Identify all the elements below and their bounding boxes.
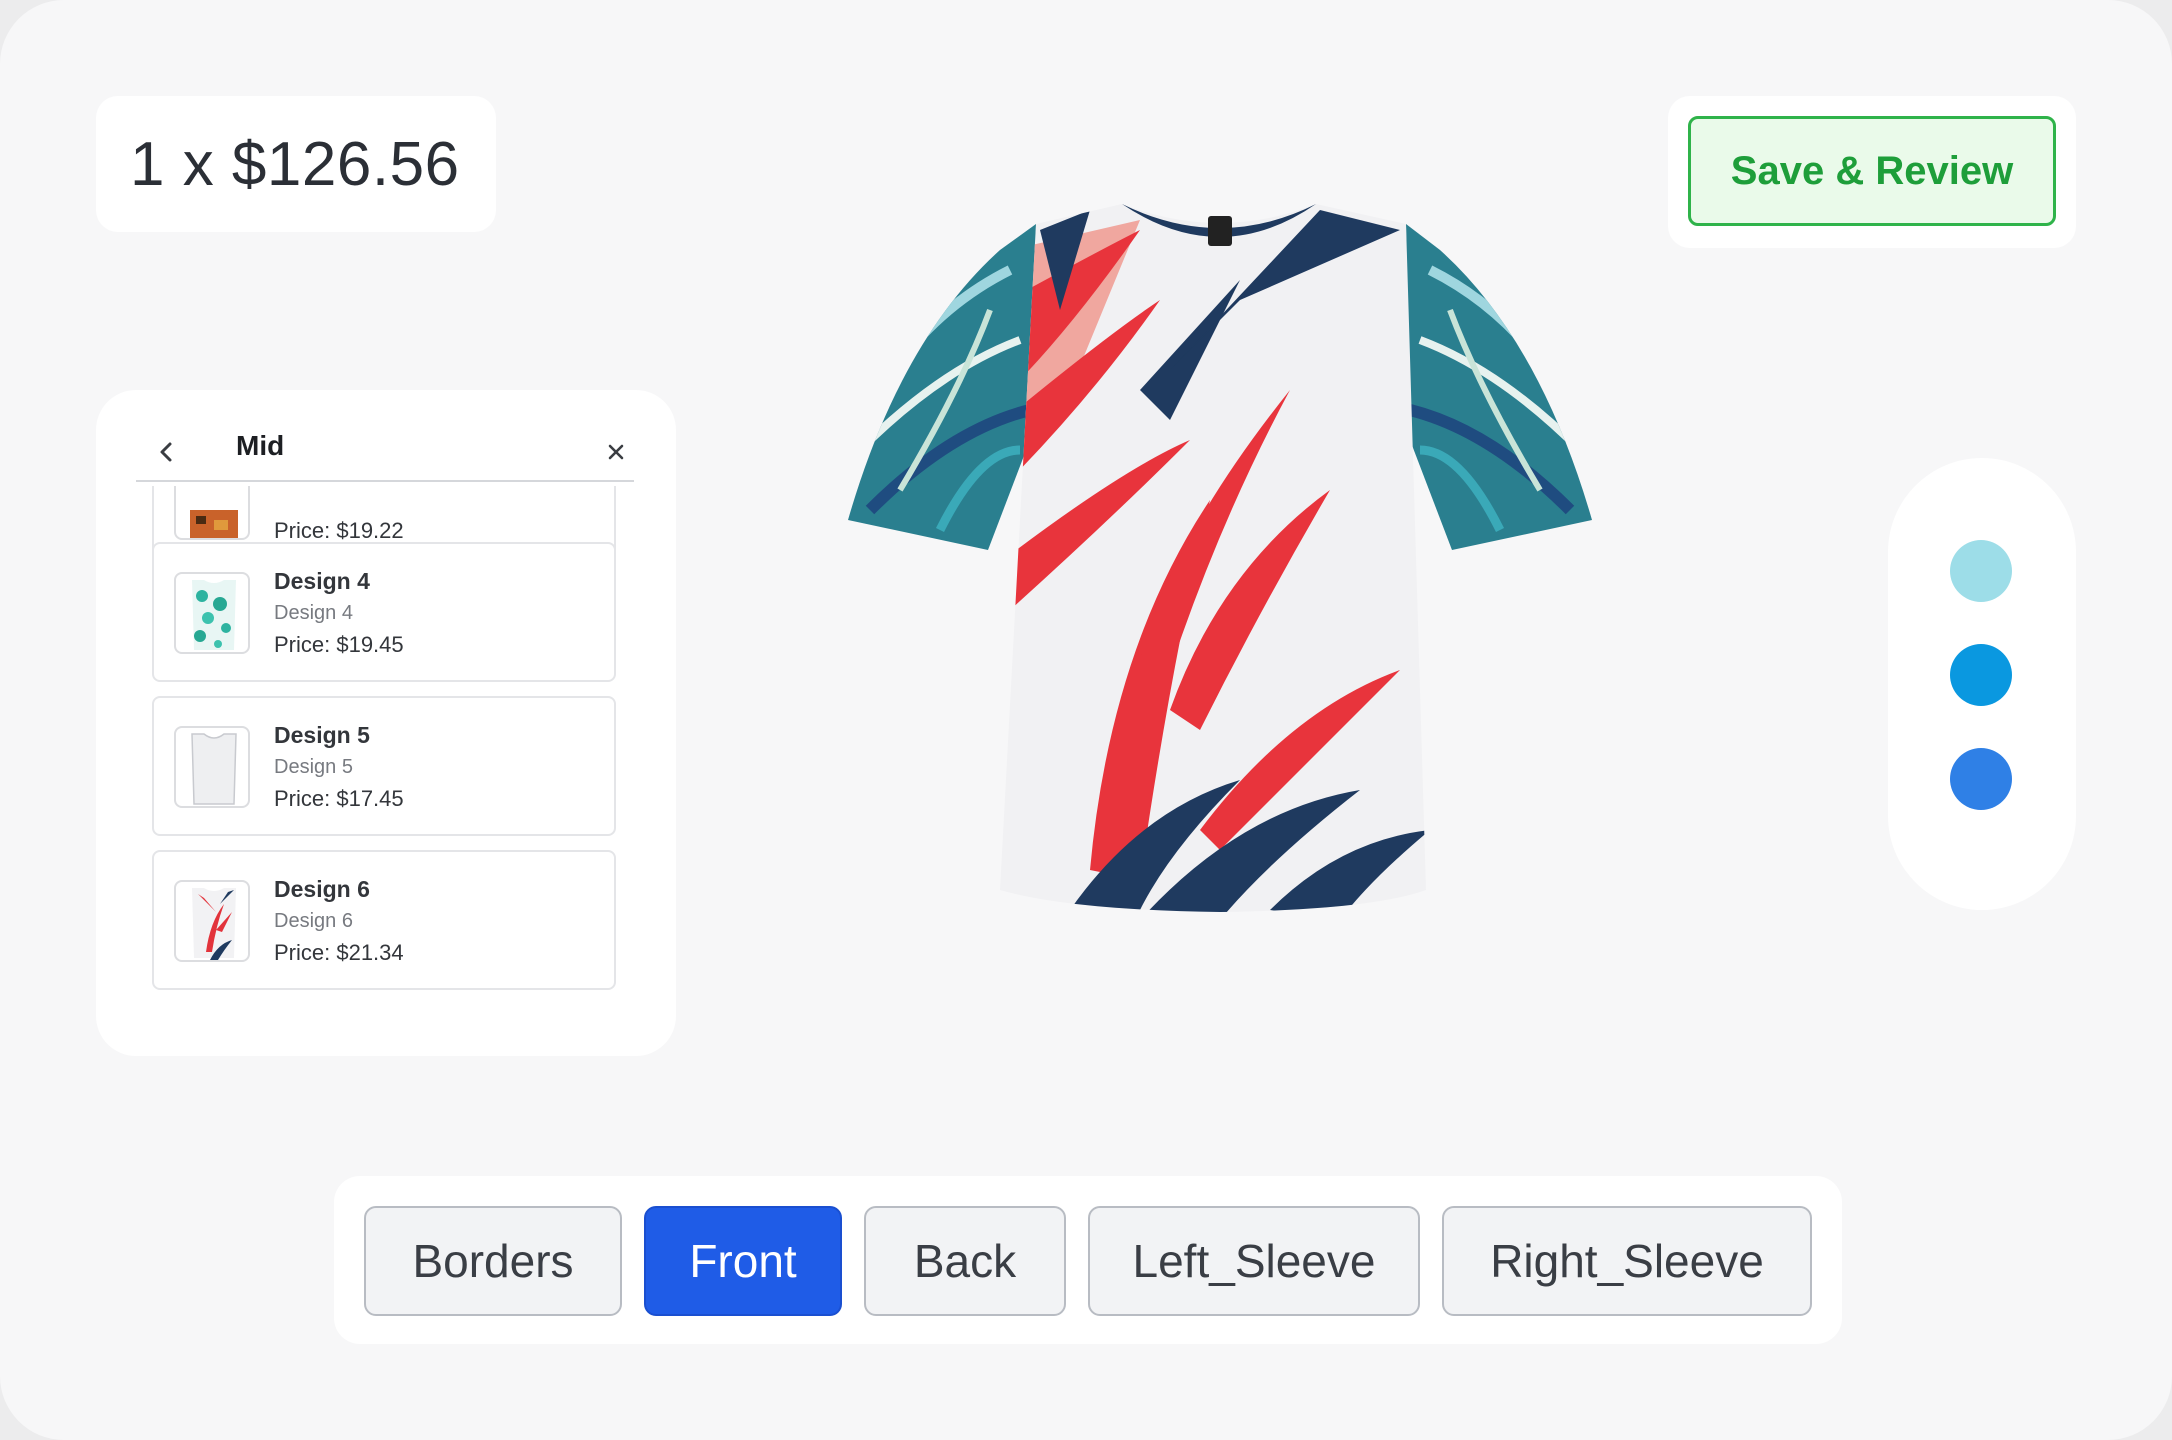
design-price: Price: $17.45 bbox=[274, 786, 404, 811]
tshirt-image bbox=[848, 204, 1592, 912]
design-selector-panel: Mid Price: $19.22 Design 4 Design 4 Pric… bbox=[96, 390, 676, 1056]
price-summary: 1 x $126.56 bbox=[130, 129, 460, 199]
design-thumbnail bbox=[174, 486, 250, 540]
design-subtitle: Design 6 bbox=[274, 910, 353, 932]
chevron-left-icon bbox=[160, 442, 172, 462]
design-card-6[interactable]: Design 6 Design 6 Price: $21.34 bbox=[152, 850, 616, 990]
tab-front[interactable]: Front bbox=[644, 1206, 842, 1316]
tab-back[interactable]: Back bbox=[864, 1206, 1066, 1316]
panel-header: Mid bbox=[136, 430, 634, 482]
panel-title: Mid bbox=[236, 430, 285, 461]
color-swatch[interactable] bbox=[1950, 540, 2012, 602]
design-name: Design 6 bbox=[274, 876, 370, 902]
design-name: Design 5 bbox=[274, 722, 370, 748]
design-card-5[interactable]: Design 5 Design 5 Price: $17.45 bbox=[152, 696, 616, 836]
design-subtitle: Design 4 bbox=[274, 602, 353, 624]
color-swatch[interactable] bbox=[1950, 644, 2012, 706]
color-picker bbox=[1888, 458, 2076, 910]
view-tab-bar: Borders Front Back Left_Sleeve Right_Sle… bbox=[334, 1176, 1842, 1344]
design-thumbnail bbox=[174, 726, 250, 808]
tab-right-sleeve[interactable]: Right_Sleeve bbox=[1442, 1206, 1812, 1316]
price-summary-card: 1 x $126.56 bbox=[96, 96, 496, 232]
design-thumbnail bbox=[174, 880, 250, 962]
design-thumbnail bbox=[174, 572, 250, 654]
tshirt-label-tag bbox=[1208, 216, 1232, 246]
design-price: Price: $21.34 bbox=[274, 940, 404, 965]
save-review-container: Save & Review bbox=[1668, 96, 2076, 248]
save-review-button[interactable]: Save & Review bbox=[1688, 116, 2056, 226]
design-card-4[interactable]: Design 4 Design 4 Price: $19.45 bbox=[152, 542, 616, 682]
design-name: Design 4 bbox=[274, 568, 370, 594]
color-swatch[interactable] bbox=[1950, 748, 2012, 810]
back-button[interactable] bbox=[136, 432, 186, 472]
close-icon bbox=[608, 444, 624, 460]
design-subtitle: Design 5 bbox=[274, 756, 353, 778]
tshirt-preview[interactable] bbox=[840, 190, 1600, 1090]
tab-borders[interactable]: Borders bbox=[364, 1206, 622, 1316]
design-price: Price: $19.45 bbox=[274, 632, 404, 657]
customizer-canvas: 1 x $126.56 Save & Review Mid Price: $19… bbox=[0, 0, 2172, 1440]
close-button[interactable] bbox=[598, 434, 634, 470]
tab-left-sleeve[interactable]: Left_Sleeve bbox=[1088, 1206, 1420, 1316]
design-price: Price: $19.22 bbox=[274, 518, 404, 543]
design-list[interactable]: Price: $19.22 Design 4 Design 4 Price: $… bbox=[152, 486, 618, 1046]
